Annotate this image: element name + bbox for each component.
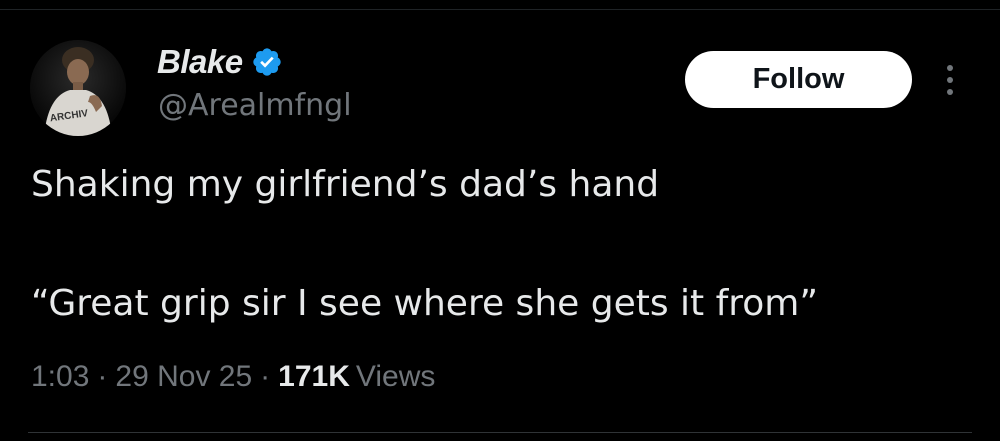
meta-separator: · xyxy=(97,360,108,393)
tweet-date[interactable]: 29 Nov 25 xyxy=(115,360,252,394)
top-divider xyxy=(0,9,1000,10)
meta-separator: · xyxy=(260,360,271,393)
bottom-divider xyxy=(28,432,972,433)
tweet-time[interactable]: 1:03 xyxy=(31,360,89,394)
avatar-photo: ARCHIV xyxy=(30,40,126,136)
display-name[interactable]: Blake xyxy=(157,43,243,81)
tweet-text-line1: Shaking my girlfriend’s dad’s hand xyxy=(31,164,660,205)
tweet-meta: 1:03 · 29 Nov 25 · 171K Views xyxy=(31,360,435,394)
display-name-row[interactable]: Blake xyxy=(157,40,283,84)
verified-badge-icon[interactable] xyxy=(251,46,283,78)
tweet-text-line2: “Great grip sir I see where she gets it … xyxy=(31,283,819,324)
more-vertical-icon[interactable] xyxy=(938,60,962,100)
views-count[interactable]: 171K xyxy=(278,360,350,394)
follow-button[interactable]: Follow xyxy=(685,51,912,108)
views-label[interactable]: Views xyxy=(356,360,435,394)
avatar[interactable]: ARCHIV xyxy=(30,40,126,136)
user-handle[interactable]: @Arealmfngl xyxy=(158,88,352,123)
